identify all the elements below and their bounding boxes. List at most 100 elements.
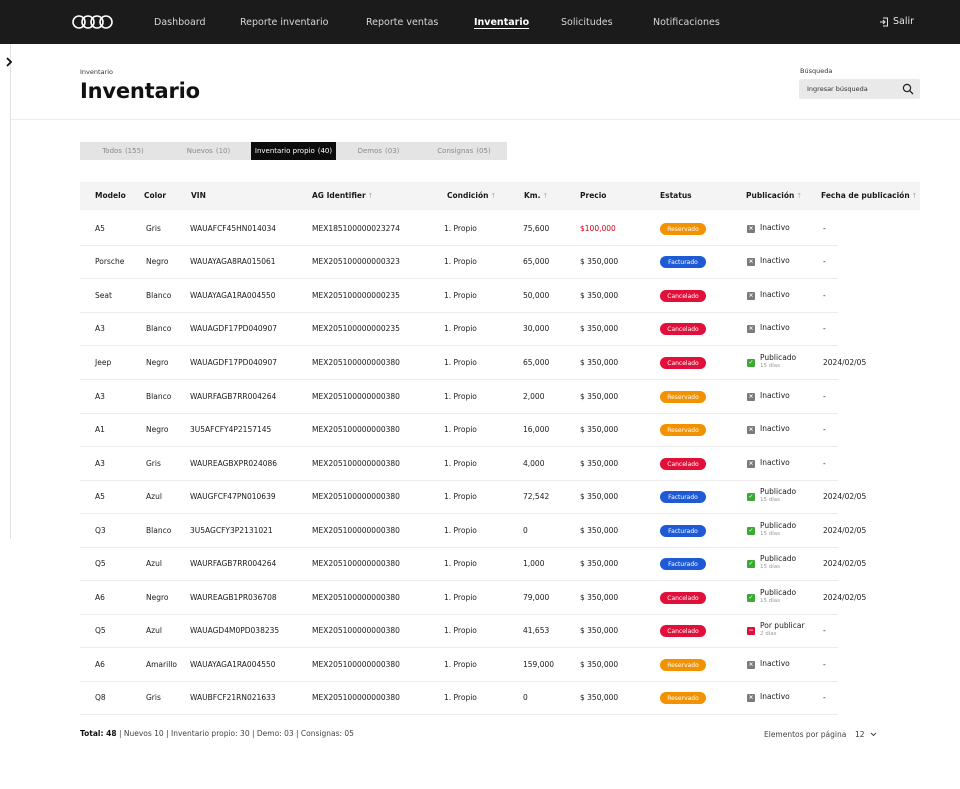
- tab-nuevos[interactable]: Nuevos (10): [166, 142, 251, 160]
- publication-status: Inactivo: [760, 659, 790, 668]
- search-input[interactable]: [807, 79, 897, 99]
- cell-model: Seat: [95, 291, 112, 300]
- publication-status: Inactivo: [760, 692, 790, 701]
- cell-model: Q3: [95, 526, 106, 535]
- sort-arrow-icon[interactable]: ↑: [912, 192, 918, 200]
- search-box[interactable]: [799, 79, 920, 99]
- cell-publication-date: -: [823, 693, 826, 702]
- table-row[interactable]: A5 Gris WAUAFCF45HN014034 MEX18510000002327…: [80, 212, 838, 246]
- cell-km: 2,000: [523, 392, 545, 401]
- table-row[interactable]: A3 Gris WAUREAGBXPR024086 MEX20510000000038…: [80, 447, 838, 481]
- cell-publication-date: -: [823, 626, 826, 635]
- table-row[interactable]: Q5 Azul WAUAGD4M0PD038235 MEX20510000000038…: [80, 614, 838, 648]
- breadcrumb[interactable]: Inventario: [80, 68, 113, 76]
- cell-km: 41,653: [523, 626, 550, 635]
- nav-item-reporte-ventas[interactable]: Reporte ventas: [366, 17, 438, 28]
- per-page-value: 12: [855, 730, 865, 739]
- tab-demos[interactable]: Demos (03): [336, 142, 421, 160]
- search-icon[interactable]: [902, 83, 914, 95]
- cell-ag-identifier: MEX205100000000380: [312, 392, 400, 401]
- column-header-vin: VIN: [191, 191, 206, 200]
- per-page-select[interactable]: 12: [855, 730, 877, 739]
- close-box-icon: ×: [747, 325, 755, 333]
- cell-model: Jeep: [95, 358, 112, 367]
- cell-ag-identifier: MEX205100000000380: [312, 593, 400, 602]
- close-box-icon: ×: [747, 694, 755, 702]
- publication-status: Publicado: [760, 521, 797, 530]
- per-page-label: Elementos por página: [764, 730, 847, 739]
- status-badge: Facturado: [660, 525, 706, 537]
- cell-model: A6: [95, 660, 105, 669]
- nav-item-inventario[interactable]: Inventario: [474, 17, 529, 28]
- column-header-ag-identifier[interactable]: AG Identifier ↑: [312, 191, 374, 200]
- chevron-down-icon: [870, 732, 876, 737]
- status-badge: Reservado: [660, 692, 706, 704]
- cell-condition: 1. Propio: [444, 257, 477, 266]
- column-header-label: Estatus: [660, 191, 692, 200]
- nav-item-solicitudes[interactable]: Solicitudes: [561, 17, 613, 28]
- cell-price: $ 350,000: [580, 392, 619, 401]
- tab-todos[interactable]: Todos (155): [80, 142, 166, 160]
- status-badge: Reservado: [660, 223, 706, 235]
- cell-vin: WAURFAGB7RR004264: [190, 559, 277, 568]
- cell-condition: 1. Propio: [444, 593, 477, 602]
- cell-vin: WAUAGDF17PD040907: [190, 358, 277, 367]
- sort-arrow-icon[interactable]: ↑: [368, 192, 374, 200]
- sort-arrow-icon[interactable]: ↑: [490, 192, 496, 200]
- publication-status: Inactivo: [760, 391, 790, 400]
- cell-price: $ 350,000: [580, 559, 619, 568]
- table-row[interactable]: A6 Negro WAUREAGB1PR036708 MEX2051000000003…: [80, 581, 866, 615]
- nav-item-reporte-inventario[interactable]: Reporte inventario: [240, 17, 328, 28]
- cell-condition: 1. Propio: [444, 291, 477, 300]
- close-box-icon: ×: [747, 426, 755, 434]
- cell-price: $ 350,000: [580, 291, 619, 300]
- tab-consignas[interactable]: Consignas (05): [421, 142, 507, 160]
- table-row[interactable]: A6 Amarillo WAUAYAGA1RA004550 MEX2051000000…: [80, 648, 838, 682]
- top-navigation-bar: Dashboard Reporte inventario Reporte ven…: [0, 0, 960, 44]
- cell-ag-identifier: MEX205100000000380: [312, 425, 400, 434]
- column-header-km[interactable]: Km. ↑: [524, 191, 548, 200]
- nav-item-notificaciones[interactable]: Notificaciones: [653, 17, 720, 28]
- close-box-icon: ×: [747, 225, 755, 233]
- table-row[interactable]: Q3 Blanco 3U5AGCFY3P2131021 MEX205100000000…: [80, 514, 866, 548]
- nav-item-dashboard[interactable]: Dashboard: [154, 17, 206, 28]
- column-header-label: Km.: [524, 191, 541, 200]
- table-row[interactable]: Q5 Azul WAURFAGB7RR004264 MEX20510000000038…: [80, 547, 866, 581]
- table-row[interactable]: A5 Azul WAUGFCF47PN010639 MEX20510000000038…: [80, 480, 866, 514]
- table-row[interactable]: Jeep Negro WAUAGDF17PD040907 MEX20510000000…: [80, 346, 866, 380]
- table-row[interactable]: Q8 Gris WAUBFCF21RN021633 MEX20510000000038…: [80, 681, 838, 715]
- four-rings-logo[interactable]: [72, 14, 114, 30]
- table-row[interactable]: A3 Blanco WAURFAGB7RR004264 MEX205100000000…: [80, 380, 838, 414]
- cell-model: A5: [95, 224, 105, 233]
- cell-model: A3: [95, 392, 105, 401]
- cell-color: Gris: [146, 459, 161, 468]
- column-header-publicacion[interactable]: Publicación ↑: [746, 191, 802, 200]
- tab-inventario-propio[interactable]: Inventario propio (40): [251, 142, 336, 160]
- publication-days: 15 días: [760, 497, 781, 503]
- table-row[interactable]: A3 Blanco WAUAGDF17PD040907 MEX205100000000…: [80, 312, 838, 346]
- tab-count: (03): [385, 147, 400, 155]
- sort-arrow-icon[interactable]: ↑: [796, 192, 802, 200]
- cell-ag-identifier: MEX185100000023274: [312, 224, 400, 233]
- table-row[interactable]: Seat Blanco WAUAYAGA1RA004550 MEX2051000000…: [80, 279, 838, 313]
- tab-count: (40): [317, 147, 333, 155]
- column-header-condicion[interactable]: Condición ↑: [447, 191, 496, 200]
- table-row[interactable]: A1 Negro 3U5AFCFY4P2157145 MEX2051000000003…: [80, 413, 838, 447]
- cell-publication-date: -: [823, 660, 826, 669]
- search-label: Búsqueda: [800, 67, 833, 75]
- cell-model: A3: [95, 459, 105, 468]
- table-row[interactable]: Porsche Negro WAUAYAGA8RA015061 MEX20510000…: [80, 245, 838, 279]
- check-box-icon: ✓: [747, 560, 755, 568]
- chevron-right-icon[interactable]: [4, 56, 16, 68]
- cell-publication-date: -: [823, 291, 826, 300]
- cell-model: Porsche: [95, 257, 125, 266]
- cell-vin: WAURFAGB7RR004264: [190, 392, 277, 401]
- cell-km: 0: [523, 693, 528, 702]
- cell-vin: WAUBFCF21RN021633: [190, 693, 276, 702]
- cell-publication-date: 2024/02/05: [823, 358, 867, 367]
- logout-button[interactable]: Salir: [879, 16, 914, 27]
- status-badge: Reservado: [660, 391, 706, 403]
- cell-km: 16,000: [523, 425, 550, 434]
- column-header-fecha-de-publicacion[interactable]: Fecha de publicación ↑: [821, 191, 918, 200]
- sort-arrow-icon[interactable]: ↑: [542, 192, 548, 200]
